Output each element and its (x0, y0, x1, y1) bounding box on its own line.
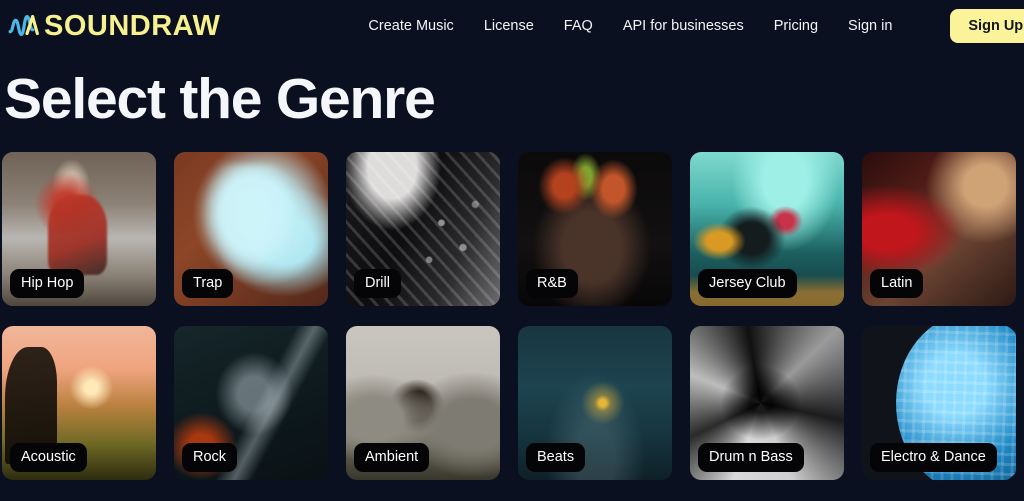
brand-logo[interactable]: SOUNDRAW (8, 11, 220, 41)
genre-label-latin: Latin (870, 269, 924, 298)
genre-card-drum-n-bass[interactable]: Drum n Bass (690, 325, 844, 480)
waveform-icon (8, 15, 39, 37)
genre-label-acoustic: Acoustic (10, 443, 87, 472)
nav-api-for-businesses[interactable]: API for businesses (623, 18, 744, 34)
genre-card-electro-dance[interactable]: Electro & Dance (862, 325, 1016, 480)
page-title: Select the Genre (4, 67, 436, 131)
nav-license[interactable]: License (484, 18, 534, 34)
main-navigation: Create Music License FAQ API for busines… (368, 9, 1024, 43)
genre-card-hip-hop[interactable]: Hip Hop (2, 151, 156, 306)
nav-sign-in[interactable]: Sign in (848, 18, 892, 34)
genre-label-hip-hop: Hip Hop (10, 269, 85, 298)
brand-wordmark: SOUNDRAW (44, 9, 221, 42)
sign-up-button[interactable]: Sign Up (950, 9, 1024, 43)
nav-pricing[interactable]: Pricing (774, 18, 818, 34)
site-header: SOUNDRAW Create Music License FAQ API fo… (0, 0, 1024, 52)
genre-label-ambient: Ambient (354, 443, 430, 472)
nav-faq[interactable]: FAQ (564, 18, 593, 34)
genre-card-rnb[interactable]: R&B (518, 151, 672, 306)
genre-card-beats[interactable]: Beats (518, 325, 672, 480)
genre-card-latin[interactable]: Latin (862, 151, 1016, 306)
genre-label-rock: Rock (182, 443, 238, 472)
genre-label-electro-dance: Electro & Dance (870, 443, 997, 472)
genre-card-trap[interactable]: Trap (174, 151, 328, 306)
genre-card-rock[interactable]: Rock (174, 325, 328, 480)
genre-label-beats: Beats (526, 443, 586, 472)
genre-label-drum-n-bass: Drum n Bass (698, 443, 804, 472)
genre-label-rnb: R&B (526, 269, 578, 298)
genre-card-drill[interactable]: Drill (346, 151, 500, 306)
nav-create-music[interactable]: Create Music (368, 18, 453, 34)
genre-label-jersey-club: Jersey Club (698, 269, 797, 298)
genre-card-ambient[interactable]: Ambient (346, 325, 500, 480)
genre-label-trap: Trap (182, 269, 234, 298)
genre-card-acoustic[interactable]: Acoustic (2, 325, 156, 480)
genre-grid: Hip Hop Trap Drill R&B Jersey Club Latin… (0, 130, 1024, 480)
genre-card-jersey-club[interactable]: Jersey Club (690, 151, 844, 306)
genre-label-drill: Drill (354, 269, 401, 298)
